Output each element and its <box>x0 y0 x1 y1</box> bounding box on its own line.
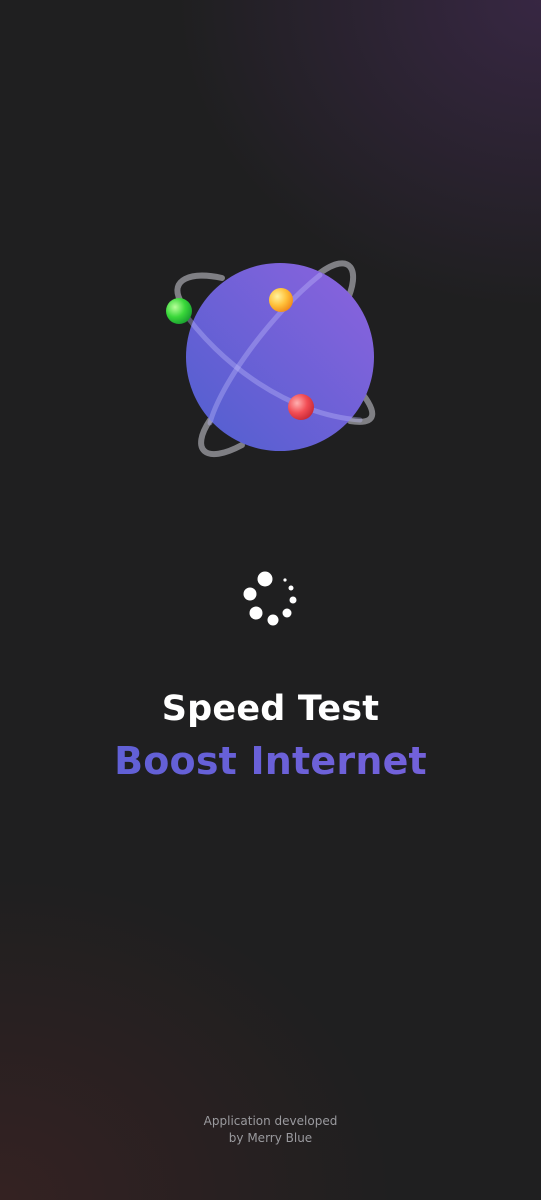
red-moon <box>288 394 314 420</box>
green-moon <box>166 298 192 324</box>
yellow-moon <box>269 288 293 312</box>
splash-screen: Speed Test Boost Internet Application de… <box>0 0 541 1200</box>
credits-line-2: by Merry Blue <box>228 1131 313 1145</box>
app-subtitle: Boost Internet <box>0 739 541 783</box>
loading-spinner-icon <box>243 571 297 626</box>
developer-credits: Application developed by Merry Blue <box>0 1113 541 1147</box>
app-title: Speed Test <box>161 689 380 729</box>
globe-with-orbits-icon <box>166 260 376 458</box>
credits-line-1: Application developed <box>203 1114 338 1128</box>
